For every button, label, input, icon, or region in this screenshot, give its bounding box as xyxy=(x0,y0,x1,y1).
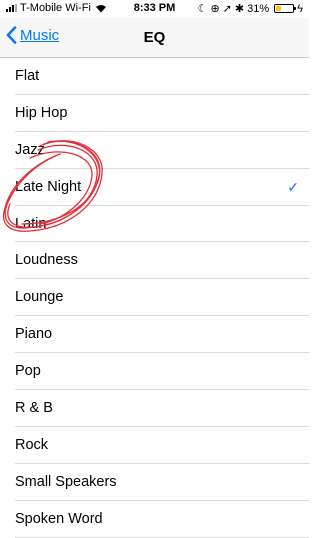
battery-nub xyxy=(294,7,297,10)
eq-preset-label: Small Speakers xyxy=(15,473,117,490)
battery-icon xyxy=(274,4,297,13)
page-title: EQ xyxy=(143,29,166,46)
eq-preset-label: Rock xyxy=(15,436,49,453)
eq-preset-list: Flat Hip Hop Jazz Late Night ✓ Latin Loudness L… xyxy=(0,58,309,538)
eq-preset-label: Loudness xyxy=(15,252,78,269)
status-right: ☾ ⊕ ➚ ✱ 31% ϟ xyxy=(197,2,303,16)
eq-preset-row[interactable]: Late Night ✓ xyxy=(15,169,309,206)
lock-rotation-icon: ⊕ xyxy=(210,3,220,15)
eq-preset-row[interactable]: Lounge xyxy=(15,279,309,317)
battery-percent: 31% xyxy=(247,2,270,15)
eq-preset-label: Spoken Word xyxy=(15,510,103,527)
eq-preset-label: Latin xyxy=(15,215,47,232)
eq-preset-row[interactable]: Pop xyxy=(15,353,309,391)
eq-preset-row[interactable]: Hip Hop xyxy=(15,95,309,132)
eq-preset-label: Pop xyxy=(15,363,41,380)
checkmark-icon: ✓ xyxy=(287,178,299,195)
eq-preset-label: Piano xyxy=(15,326,53,343)
bluetooth-icon: ✱ xyxy=(234,3,245,15)
eq-preset-row[interactable]: Rock xyxy=(15,427,309,464)
eq-preset-row[interactable]: Latin xyxy=(15,206,309,243)
battery-fill xyxy=(276,6,282,11)
eq-preset-label: Flat xyxy=(15,68,40,84)
eq-preset-row[interactable]: R & B xyxy=(15,390,309,427)
status-bar: T-Mobile Wi-Fi 8:33 PM ☾ ⊕ ➚ ✱ 31% ϟ xyxy=(0,0,309,18)
eq-preset-row[interactable]: Jazz xyxy=(15,132,309,169)
eq-preset-label: Lounge xyxy=(15,289,64,306)
eq-preset-row[interactable]: Flat xyxy=(15,58,309,95)
eq-preset-row[interactable]: Spoken Word xyxy=(15,501,309,538)
eq-preset-row[interactable]: Loudness xyxy=(15,242,309,280)
eq-preset-row[interactable]: Small Speakers xyxy=(15,464,309,501)
eq-preset-label: R & B xyxy=(15,400,53,417)
eq-preset-row[interactable]: Piano xyxy=(15,316,309,354)
moon-icon: ☾ xyxy=(197,3,208,15)
charging-icon: ϟ xyxy=(297,2,303,15)
eq-preset-label: Late Night xyxy=(15,178,82,195)
eq-preset-label: Hip Hop xyxy=(15,104,68,121)
eq-preset-label: Jazz xyxy=(15,141,45,158)
navigation-bar: Music EQ xyxy=(0,18,309,58)
location-icon: ➚ xyxy=(222,3,232,15)
